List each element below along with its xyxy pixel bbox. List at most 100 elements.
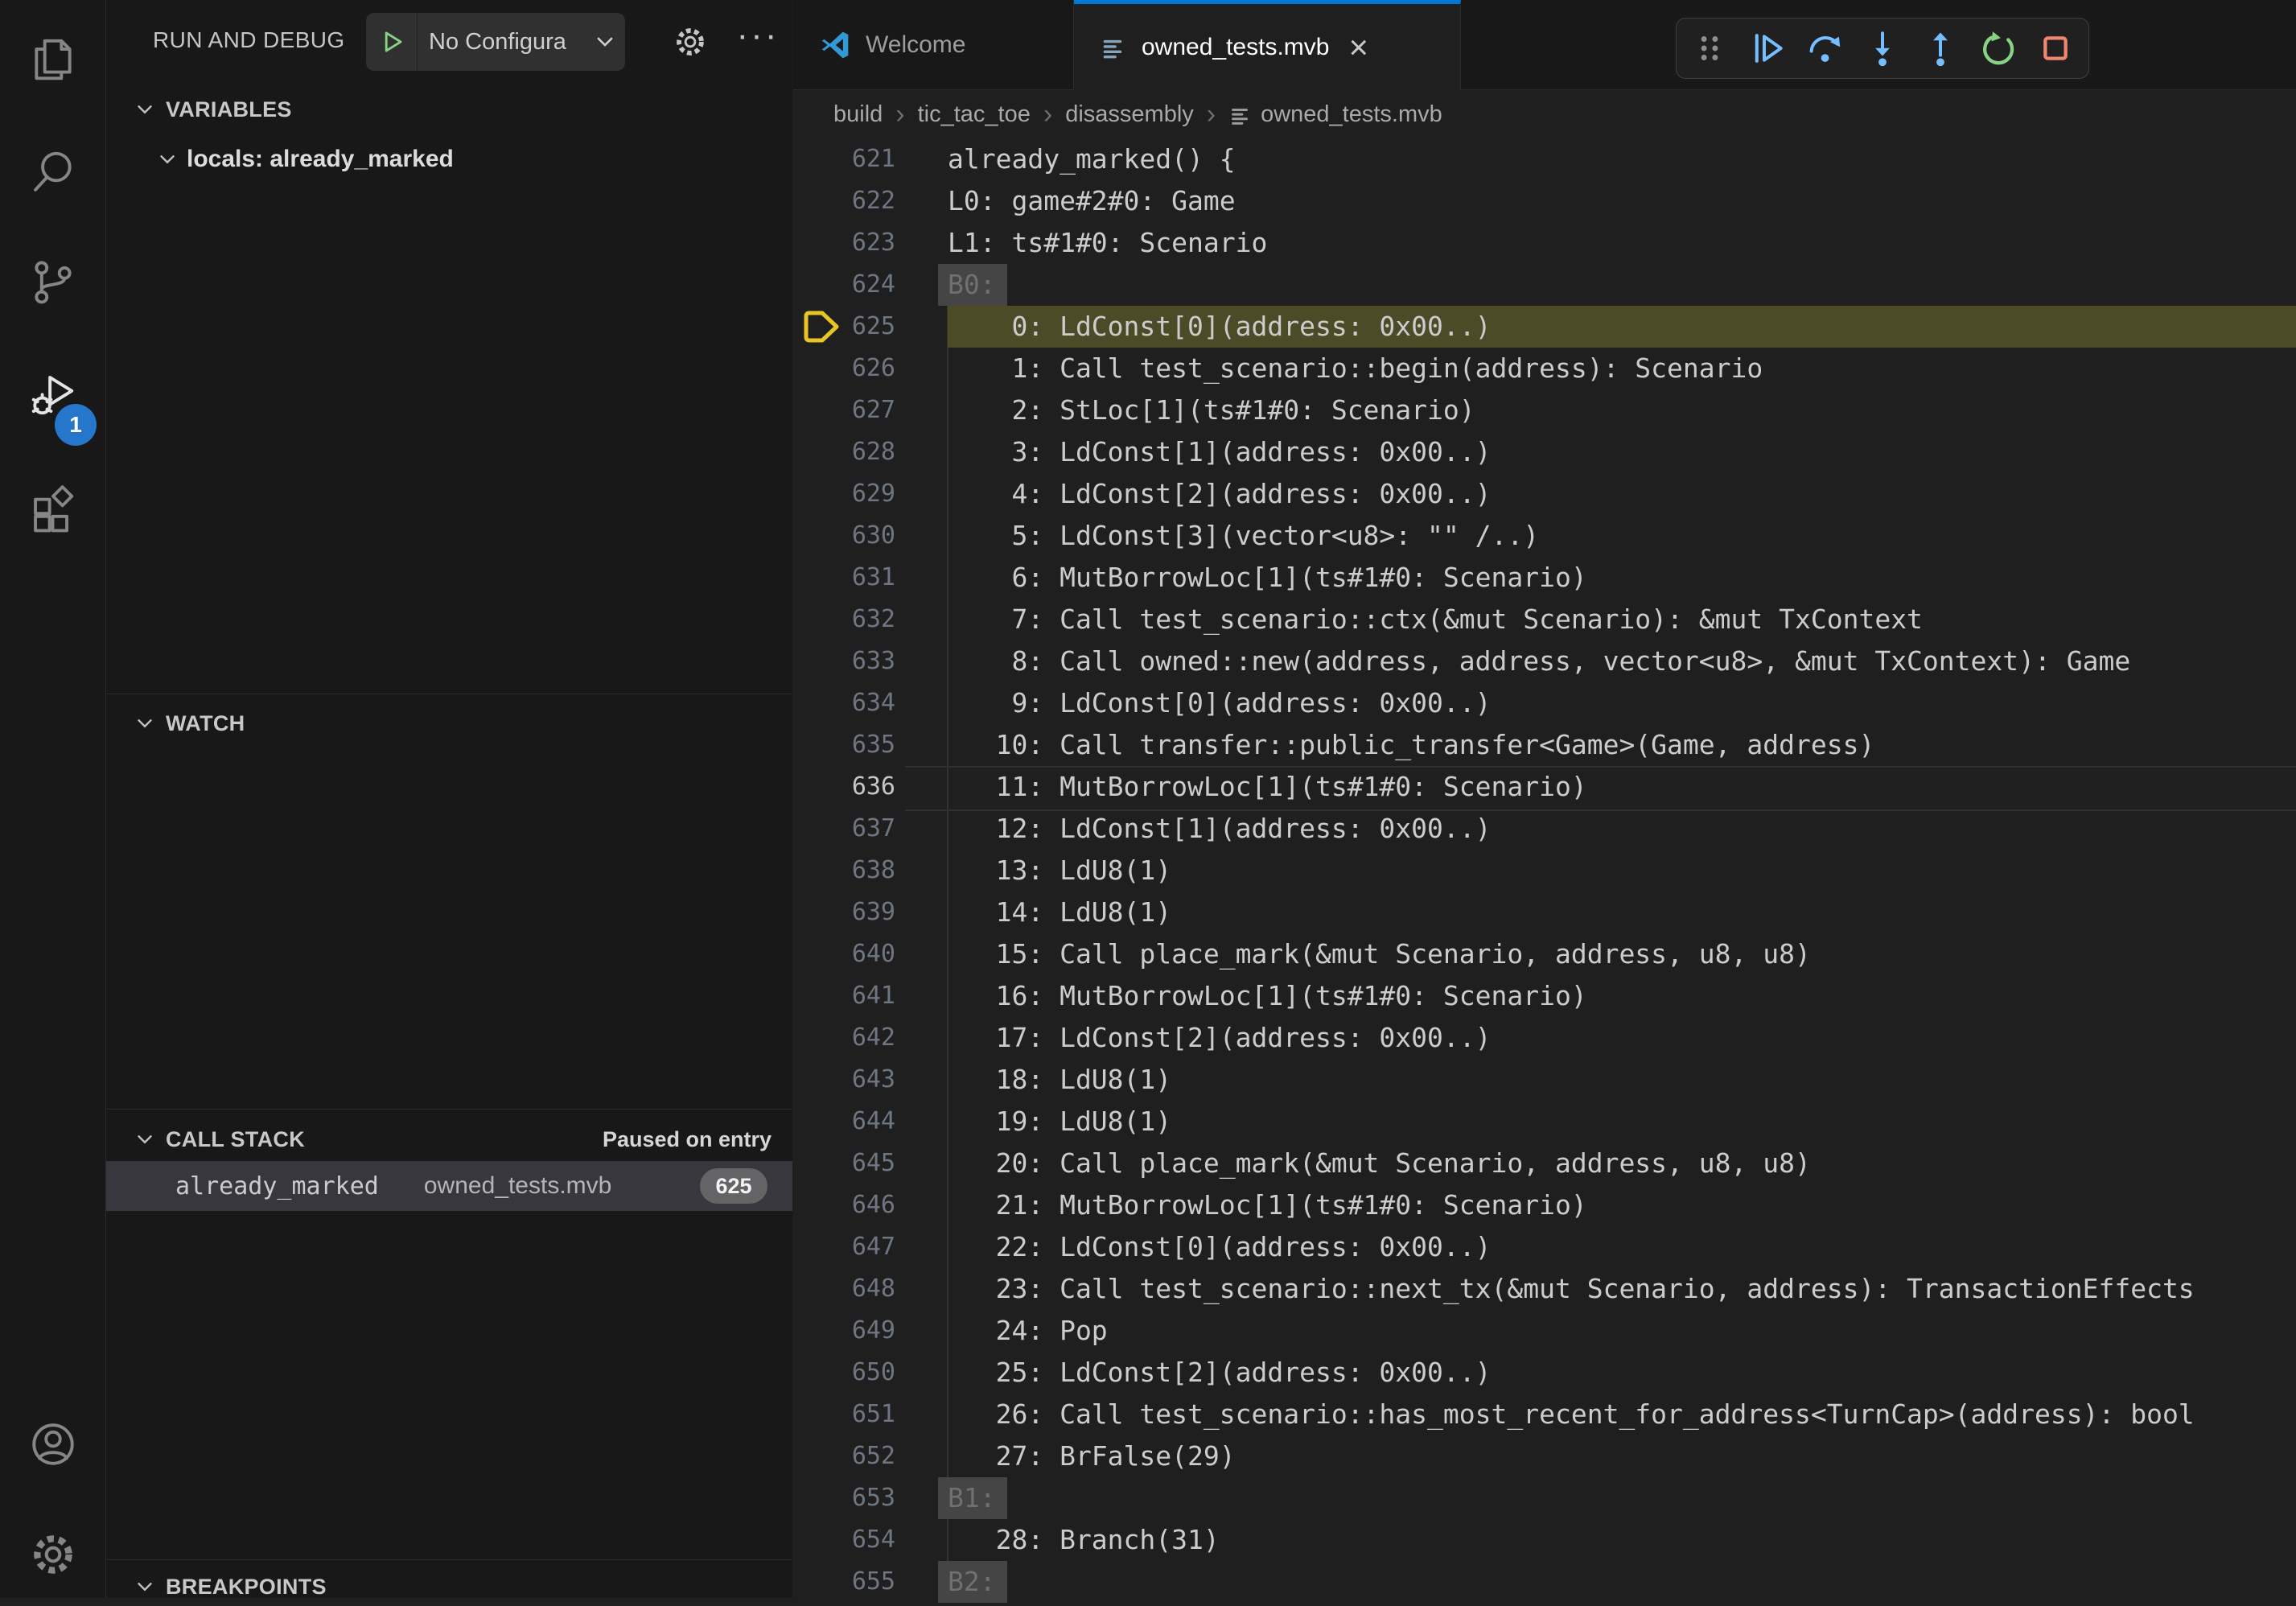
tab-label: owned_tests.mvb [1142, 34, 1329, 61]
line-number: 650 [793, 1352, 895, 1394]
code-text: 8: Call owned::new(address, address, vec… [948, 645, 2130, 677]
explorer-icon[interactable] [0, 15, 105, 104]
debug-toolbar [1676, 18, 2089, 79]
line-number: 649 [793, 1310, 895, 1352]
breadcrumb-item[interactable]: tic_tac_toe [918, 101, 1031, 128]
code-area[interactable]: 621 already_marked() { 622 L0: game#2#0:… [793, 138, 2296, 1598]
code-text: 9: LdConst[0](address: 0x00..) [948, 687, 1492, 719]
tab-label: Welcome [866, 31, 965, 59]
stop-icon[interactable] [2037, 30, 2074, 67]
line-number: 647 [793, 1226, 895, 1268]
code-line: 631 6: MutBorrowLoc[1](ts#1#0: Scenario) [793, 557, 2296, 599]
account-icon[interactable] [0, 1400, 105, 1489]
debug-badge: 1 [55, 404, 97, 446]
breadcrumb-separator: › [1043, 99, 1052, 130]
line-number: 641 [793, 975, 895, 1017]
code-line: 649 24: Pop [793, 1310, 2296, 1352]
close-icon[interactable]: × [1348, 31, 1368, 64]
code-line: 633 8: Call owned::new(address, address,… [793, 640, 2296, 682]
breadcrumb-file[interactable]: owned_tests.mvb [1228, 101, 1442, 128]
sidebar-title: RUN AND DEBUG [153, 0, 345, 80]
frame-file: owned_tests.mvb [424, 1172, 611, 1200]
code-line: 627 2: StLoc[1](ts#1#0: Scenario) [793, 389, 2296, 431]
line-number: 655 [793, 1561, 895, 1603]
locals-tree-item[interactable]: locals: already_marked [158, 138, 454, 180]
chevron-down-icon [135, 100, 154, 119]
code-line: 651 26: Call test_scenario::has_most_rec… [793, 1394, 2296, 1435]
breadcrumb-item[interactable]: build [833, 101, 883, 128]
extensions-icon[interactable] [0, 463, 105, 552]
run-and-debug-icon[interactable]: 1 [0, 351, 105, 439]
locals-label: locals: already_marked [187, 146, 454, 173]
code-line: 632 7: Call test_scenario::ctx(&mut Scen… [793, 599, 2296, 640]
code-text: 0: LdConst[0](address: 0x00..) [948, 311, 1492, 342]
code-text: 2: StLoc[1](ts#1#0: Scenario) [948, 394, 1475, 426]
gear-icon[interactable] [660, 11, 721, 72]
breakpoints-section-header[interactable]: BREAKPOINTS [135, 1567, 327, 1606]
code-line: 626 1: Call test_scenario::begin(address… [793, 348, 2296, 389]
step-out-icon[interactable] [1922, 30, 1959, 67]
code-line: 637 12: LdConst[1](address: 0x00..) [793, 808, 2296, 850]
line-number: 646 [793, 1184, 895, 1226]
line-number: 622 [793, 180, 895, 222]
more-actions-icon[interactable]: ··· [727, 5, 788, 66]
code-line: 647 22: LdConst[0](address: 0x00..) [793, 1226, 2296, 1268]
line-number: 640 [793, 933, 895, 975]
code-text: 7: Call test_scenario::ctx(&mut Scenario… [948, 603, 1923, 635]
code-text: 26: Call test_scenario::has_most_recent_… [948, 1398, 2195, 1430]
code-text: 24: Pop [948, 1315, 1108, 1346]
continue-icon[interactable] [1749, 30, 1786, 67]
code-line: 653 B1: [793, 1477, 2296, 1519]
line-number: 654 [793, 1519, 895, 1561]
tab-owned-tests[interactable]: owned_tests.mvb × [1074, 0, 1461, 91]
step-into-icon[interactable] [1864, 30, 1901, 67]
chevron-down-icon [595, 31, 625, 52]
line-number: 636 [793, 766, 895, 808]
tab-welcome[interactable]: Welcome [793, 0, 1074, 90]
source-control-icon[interactable] [0, 238, 105, 327]
call-stack-section-header[interactable]: CALL STACK [135, 1120, 305, 1159]
start-debug-icon[interactable] [366, 13, 418, 71]
code-text: 17: LdConst[2](address: 0x00..) [948, 1022, 1492, 1053]
restart-icon[interactable] [1979, 30, 2016, 67]
section-divider [107, 1559, 792, 1560]
paused-status: Paused on entry [603, 1120, 772, 1159]
chevron-down-icon [135, 1130, 154, 1149]
line-number: 653 [793, 1477, 895, 1519]
code-line: 622 L0: game#2#0: Game [793, 180, 2296, 222]
line-number: 648 [793, 1268, 895, 1310]
code-line: 625 0: LdConst[0](address: 0x00..) [793, 306, 2296, 348]
code-text: 3: LdConst[1](address: 0x00..) [948, 436, 1492, 467]
step-over-icon[interactable] [1806, 30, 1843, 67]
code-line: 646 21: MutBorrowLoc[1](ts#1#0: Scenario… [793, 1184, 2296, 1226]
variables-section-header[interactable]: VARIABLES [135, 90, 292, 129]
breakpoints-label: BREAKPOINTS [166, 1575, 327, 1600]
code-text: 25: LdConst[2](address: 0x00..) [948, 1357, 1492, 1388]
breadcrumb-item[interactable]: disassembly [1065, 101, 1194, 128]
search-icon[interactable] [0, 128, 105, 216]
line-number: 629 [793, 473, 895, 515]
chevron-down-icon [158, 150, 177, 169]
drag-handle[interactable] [1691, 30, 1728, 67]
code-text: L1: ts#1#0: Scenario [948, 227, 1267, 258]
line-number: 643 [793, 1059, 895, 1101]
watch-label: WATCH [166, 711, 245, 736]
line-number: 638 [793, 850, 895, 892]
settings-gear-icon[interactable] [0, 1510, 105, 1599]
line-number: 637 [793, 808, 895, 850]
code-line: 654 28: Branch(31) [793, 1519, 2296, 1561]
code-line: 628 3: LdConst[1](address: 0x00..) [793, 431, 2296, 473]
line-number: 634 [793, 682, 895, 724]
line-number: 639 [793, 892, 895, 933]
code-line: 645 20: Call place_mark(&mut Scenario, a… [793, 1143, 2296, 1184]
code-text: B0: [938, 264, 1007, 306]
line-number: 627 [793, 389, 895, 431]
code-text: 16: MutBorrowLoc[1](ts#1#0: Scenario) [948, 980, 1587, 1011]
line-number: 623 [793, 222, 895, 264]
line-number: 624 [793, 264, 895, 306]
code-text: 21: MutBorrowLoc[1](ts#1#0: Scenario) [948, 1189, 1587, 1221]
code-text: 15: Call place_mark(&mut Scenario, addre… [948, 938, 1811, 970]
call-stack-frame-row[interactable]: already_marked owned_tests.mvb 625 [106, 1161, 792, 1211]
debug-configuration-dropdown[interactable]: No Configura [366, 13, 625, 71]
watch-section-header[interactable]: WATCH [135, 704, 245, 743]
